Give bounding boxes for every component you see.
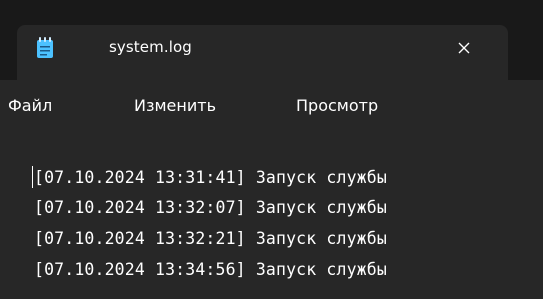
- log-line: [07.10.2024 13:32:21] Запуск службы: [34, 229, 387, 248]
- text-caret: [32, 166, 33, 188]
- notepad-icon: [36, 37, 54, 59]
- menu-view[interactable]: Просмотр: [296, 96, 378, 115]
- tab-title: system.log: [109, 38, 192, 56]
- menu-edit[interactable]: Изменить: [134, 96, 216, 115]
- log-line: [07.10.2024 13:31:41] Запуск службы: [34, 168, 387, 187]
- menu-bar: Файл Изменить Просмотр: [0, 80, 543, 138]
- log-line: [07.10.2024 13:32:07] Запуск службы: [34, 198, 387, 217]
- log-line: [07.10.2024 13:34:56] Запуск службы: [34, 260, 387, 279]
- tab-system-log[interactable]: system.log: [17, 25, 508, 80]
- menu-file[interactable]: Файл: [8, 96, 52, 115]
- notepad-window: system.log Файл Изменить Просмотр [07.10…: [0, 0, 543, 299]
- close-icon[interactable]: [449, 33, 479, 63]
- text-editor[interactable]: [07.10.2024 13:31:41] Запуск службы [07.…: [0, 138, 543, 299]
- title-bar: system.log: [0, 0, 543, 80]
